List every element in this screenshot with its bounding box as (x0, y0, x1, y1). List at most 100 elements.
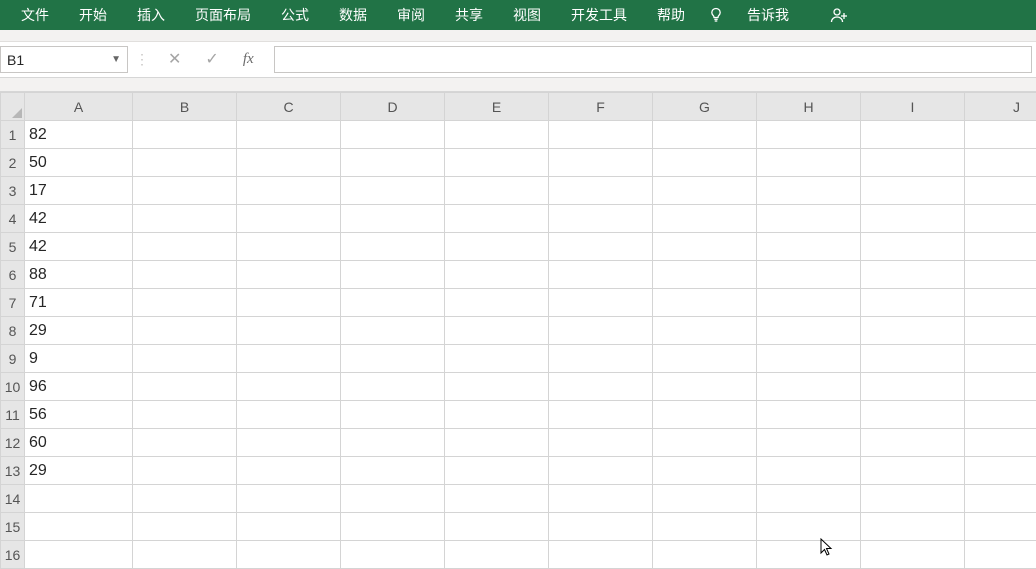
cell[interactable] (965, 233, 1036, 261)
col-header-E[interactable]: E (445, 93, 549, 121)
cell[interactable] (757, 485, 861, 513)
row-header[interactable]: 7 (1, 289, 25, 317)
cell[interactable] (653, 373, 757, 401)
row-header[interactable]: 12 (1, 429, 25, 457)
cell[interactable]: 29 (25, 317, 133, 345)
cell[interactable] (653, 289, 757, 317)
cell[interactable] (445, 401, 549, 429)
cell[interactable] (237, 345, 341, 373)
tab-view[interactable]: 视图 (498, 0, 556, 30)
cell[interactable] (341, 205, 445, 233)
tab-review[interactable]: 审阅 (382, 0, 440, 30)
cell[interactable] (861, 177, 965, 205)
tab-file[interactable]: 文件 (6, 0, 64, 30)
cell[interactable] (965, 485, 1036, 513)
tab-share[interactable]: 共享 (440, 0, 498, 30)
cell[interactable] (445, 233, 549, 261)
row-header[interactable]: 13 (1, 457, 25, 485)
cell[interactable] (445, 121, 549, 149)
cell[interactable] (549, 485, 653, 513)
cell[interactable] (237, 457, 341, 485)
cell[interactable] (445, 429, 549, 457)
cell[interactable] (861, 317, 965, 345)
cell[interactable]: 9 (25, 345, 133, 373)
cell[interactable] (237, 149, 341, 177)
cell[interactable] (653, 177, 757, 205)
cell[interactable]: 17 (25, 177, 133, 205)
fx-icon[interactable]: fx (243, 51, 262, 68)
cell[interactable] (653, 457, 757, 485)
cell[interactable] (861, 513, 965, 541)
cell[interactable] (133, 205, 237, 233)
cell[interactable] (133, 429, 237, 457)
cell[interactable] (757, 429, 861, 457)
cell[interactable] (341, 401, 445, 429)
cell[interactable] (445, 373, 549, 401)
cell[interactable] (757, 149, 861, 177)
cell[interactable] (653, 205, 757, 233)
cell[interactable] (237, 373, 341, 401)
cell[interactable] (861, 345, 965, 373)
cell[interactable] (341, 429, 445, 457)
cell[interactable] (549, 317, 653, 345)
cell[interactable] (653, 233, 757, 261)
cell[interactable] (549, 149, 653, 177)
cell[interactable] (861, 121, 965, 149)
cell[interactable] (237, 121, 341, 149)
cell[interactable] (549, 401, 653, 429)
cell[interactable] (653, 429, 757, 457)
tab-pagelayout[interactable]: 页面布局 (180, 0, 266, 30)
col-header-I[interactable]: I (861, 93, 965, 121)
cell[interactable]: 42 (25, 233, 133, 261)
col-header-J[interactable]: J (965, 93, 1036, 121)
cell[interactable] (861, 233, 965, 261)
cell[interactable]: 29 (25, 457, 133, 485)
cell[interactable] (445, 345, 549, 373)
cell[interactable] (861, 485, 965, 513)
cell[interactable] (445, 149, 549, 177)
cell[interactable]: 88 (25, 261, 133, 289)
cell[interactable] (965, 373, 1036, 401)
cell[interactable] (757, 289, 861, 317)
cell[interactable] (133, 401, 237, 429)
cell[interactable] (237, 289, 341, 317)
name-box[interactable]: B1 ▼ (0, 46, 128, 73)
cell[interactable] (133, 373, 237, 401)
cell[interactable] (965, 513, 1036, 541)
cell[interactable] (965, 429, 1036, 457)
cell[interactable] (133, 233, 237, 261)
cell[interactable] (341, 317, 445, 345)
tab-formulas[interactable]: 公式 (266, 0, 324, 30)
row-header[interactable]: 4 (1, 205, 25, 233)
cell[interactable] (549, 205, 653, 233)
cell[interactable] (757, 457, 861, 485)
cell[interactable] (341, 149, 445, 177)
cell[interactable] (133, 149, 237, 177)
row-header[interactable]: 1 (1, 121, 25, 149)
row-header[interactable]: 11 (1, 401, 25, 429)
cell[interactable] (133, 289, 237, 317)
cell[interactable] (237, 513, 341, 541)
cell[interactable] (653, 261, 757, 289)
cell[interactable] (341, 121, 445, 149)
cell[interactable] (341, 289, 445, 317)
col-header-C[interactable]: C (237, 93, 341, 121)
cell[interactable] (653, 485, 757, 513)
cell[interactable] (341, 177, 445, 205)
cell[interactable] (549, 177, 653, 205)
cell[interactable] (757, 317, 861, 345)
cell[interactable]: 50 (25, 149, 133, 177)
cell[interactable] (861, 373, 965, 401)
cell[interactable] (237, 401, 341, 429)
cell[interactable] (549, 233, 653, 261)
cell[interactable] (653, 401, 757, 429)
cell[interactable] (861, 289, 965, 317)
cell[interactable] (757, 205, 861, 233)
col-header-D[interactable]: D (341, 93, 445, 121)
cell[interactable] (341, 513, 445, 541)
cell[interactable] (341, 261, 445, 289)
cell[interactable] (757, 121, 861, 149)
select-all-corner[interactable] (1, 93, 25, 121)
cell[interactable] (445, 457, 549, 485)
cell[interactable] (965, 149, 1036, 177)
